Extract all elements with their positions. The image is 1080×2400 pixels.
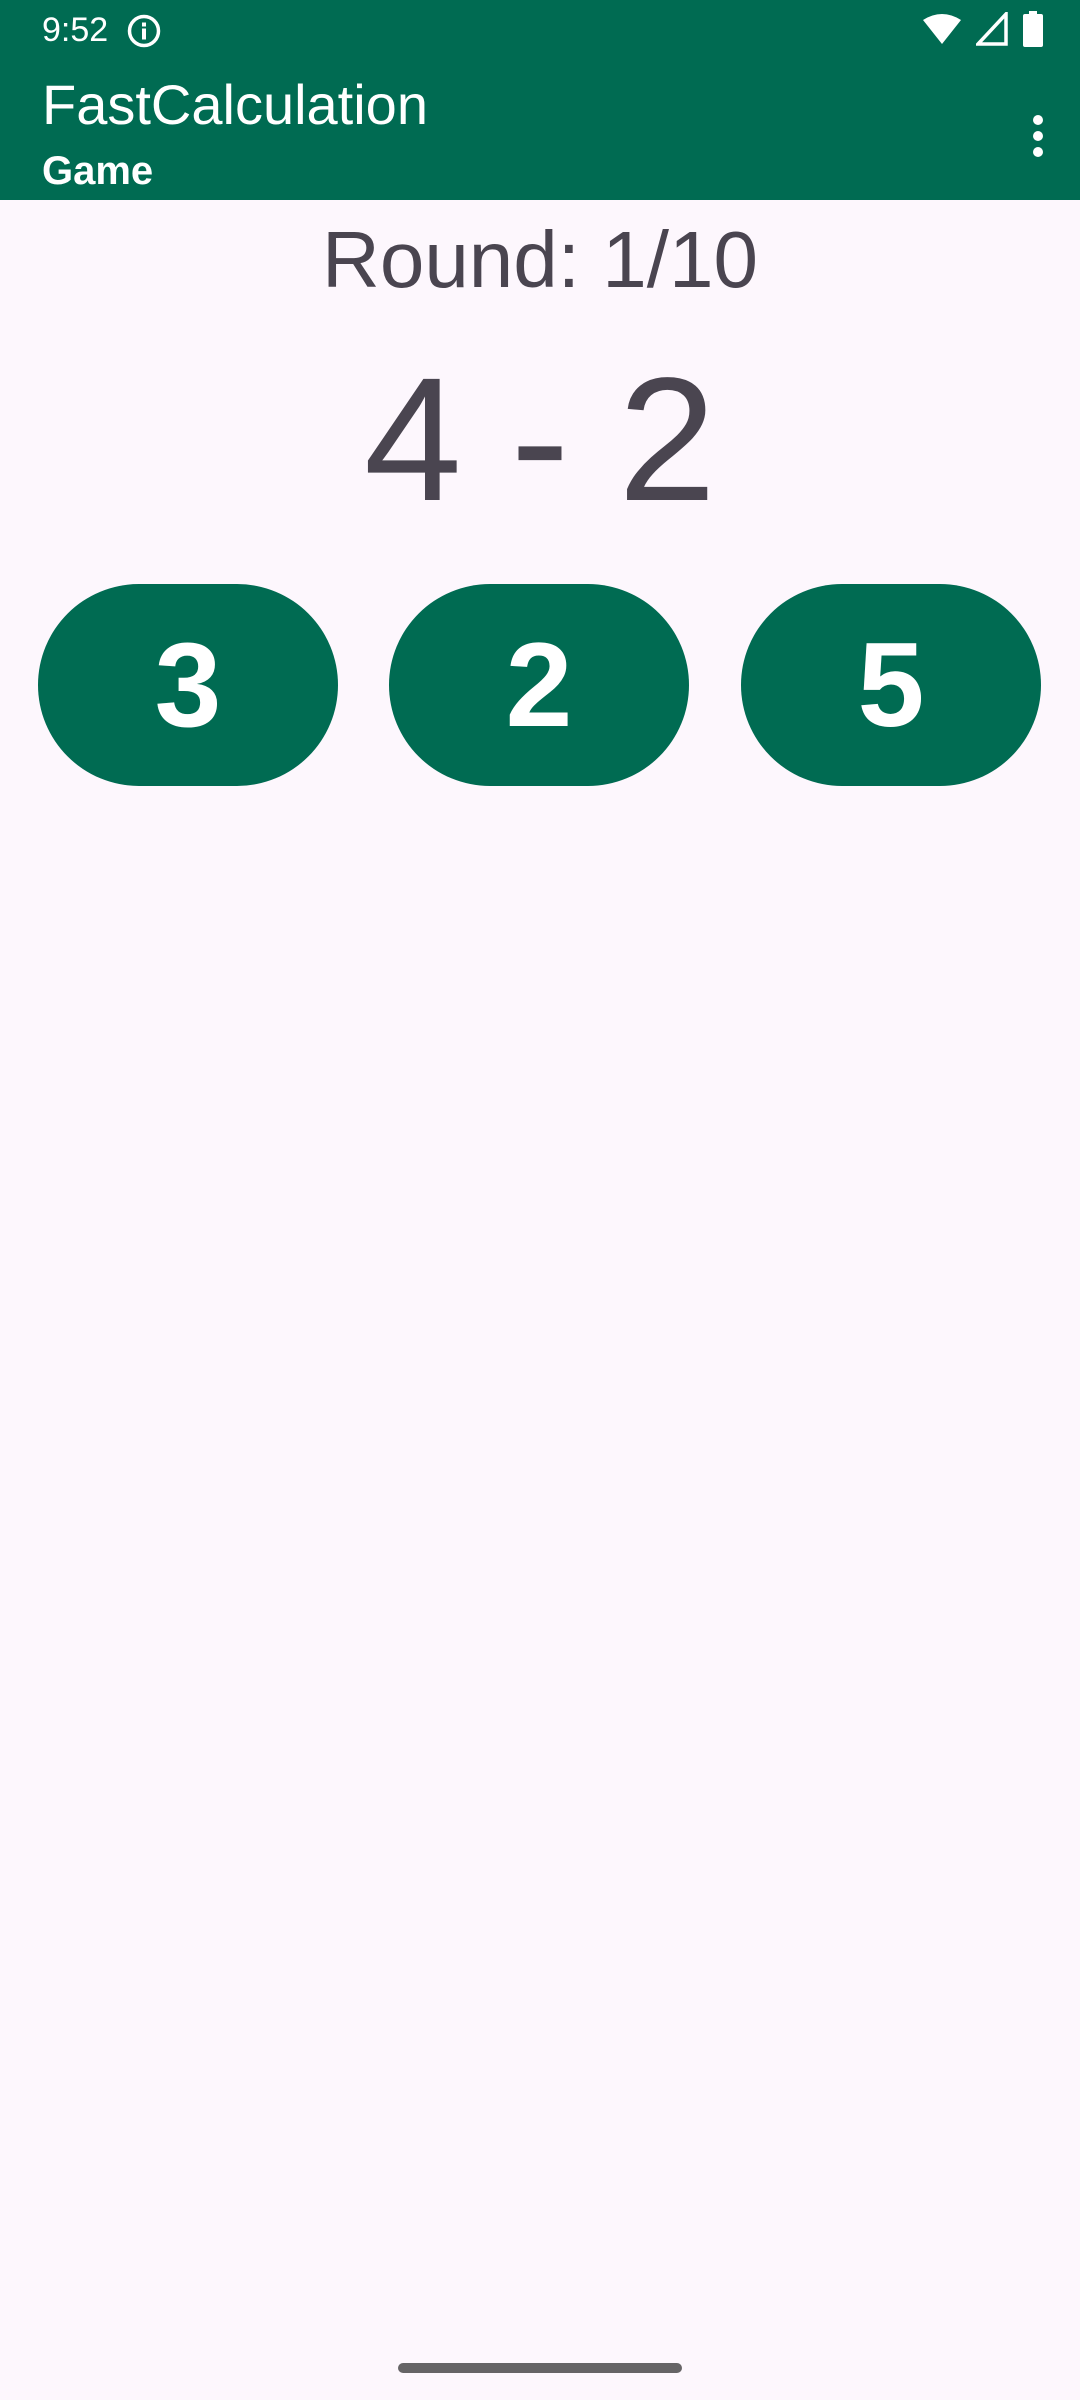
overflow-menu-button[interactable] bbox=[996, 96, 1080, 180]
status-time: 9:52 bbox=[42, 11, 109, 49]
navigation-handle[interactable] bbox=[398, 2363, 682, 2373]
equation-text: 4 - 2 bbox=[363, 342, 717, 538]
answer-button-1[interactable]: 3 bbox=[38, 584, 338, 786]
more-vert-icon bbox=[1032, 114, 1044, 163]
battery-icon bbox=[1022, 10, 1044, 52]
app-subtitle: Game bbox=[42, 149, 154, 193]
wifi-icon bbox=[922, 12, 962, 51]
status-icons bbox=[922, 9, 1044, 52]
signal-icon bbox=[973, 9, 1008, 51]
status-bar: 9:52 bbox=[0, 0, 1080, 60]
app-bar: 9:52 FastCalculation Game bbox=[0, 0, 1080, 200]
app-title: FastCalculation bbox=[42, 73, 428, 136]
answer-options: 3 2 5 bbox=[0, 584, 1080, 786]
answer-button-3[interactable]: 5 bbox=[741, 584, 1041, 786]
round-label: Round: 1/10 bbox=[322, 215, 758, 304]
answer-button-2[interactable]: 2 bbox=[389, 584, 689, 786]
info-icon bbox=[126, 13, 162, 49]
